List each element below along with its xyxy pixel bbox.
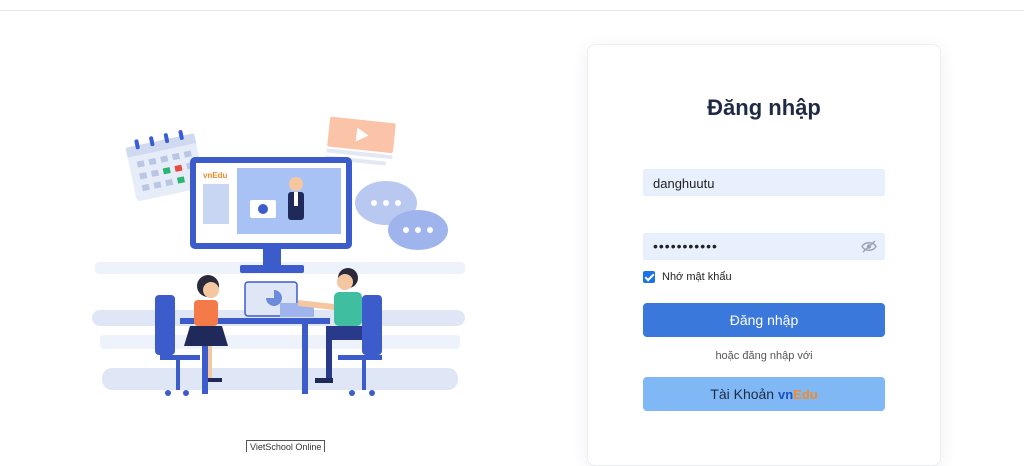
- classroom-illustration: vnEdu: [92, 116, 465, 396]
- username-field[interactable]: danghuutu: [643, 169, 885, 196]
- remember-password[interactable]: Nhớ mật khẩu: [643, 271, 732, 283]
- password-field[interactable]: •••••••••••: [643, 233, 885, 260]
- remember-label: Nhớ mật khẩu: [662, 271, 732, 283]
- vnedu-login-button[interactable]: Tài Khoản vnEdu: [643, 377, 885, 411]
- password-value: •••••••••••: [653, 238, 718, 254]
- vnedu-logo-vn: vn: [777, 387, 794, 402]
- vnedu-logo: vnEdu: [778, 386, 818, 402]
- screen-logo: vnEdu: [203, 171, 228, 180]
- login-button[interactable]: Đăng nhập: [643, 303, 885, 337]
- top-divider: [0, 10, 1024, 11]
- alt-login-text: hoặc đăng nhập với: [715, 350, 813, 362]
- login-title: Đăng nhập: [707, 95, 821, 120]
- eye-slash-icon[interactable]: [861, 240, 877, 253]
- remember-checkbox[interactable]: [643, 271, 655, 283]
- vnedu-logo-edu: Edu: [793, 387, 818, 402]
- illustration-caption: VietSchool Online: [246, 440, 326, 452]
- vnedu-button-prefix: Tài Khoản: [710, 386, 775, 402]
- login-card: Đăng nhập danghuutu ••••••••••• Nhớ mật …: [587, 44, 941, 466]
- username-value: danghuutu: [653, 176, 715, 191]
